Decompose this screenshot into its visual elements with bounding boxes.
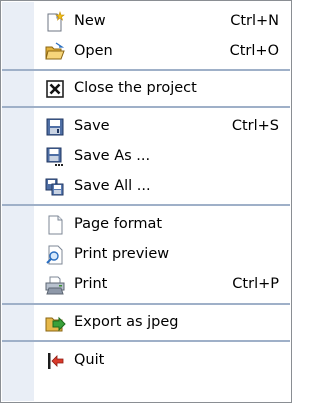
menu-item-label: Export as jpeg <box>74 314 179 330</box>
menu-item-quit[interactable]: Quit <box>2 345 290 375</box>
menu-item-close-project[interactable]: Close the project <box>2 73 290 103</box>
shortcut-label: Ctrl+N <box>230 13 279 29</box>
menu-item-print-preview[interactable]: Print preview <box>2 239 290 269</box>
menu-separator <box>2 204 290 206</box>
print-preview-icon <box>46 245 63 265</box>
shortcut-label: Ctrl+O <box>229 43 279 59</box>
shortcut-label: Ctrl+P <box>232 276 279 292</box>
menu-item-label: Print preview <box>74 246 170 262</box>
printer-icon <box>45 276 65 295</box>
shortcut-label: Ctrl+S <box>231 118 279 134</box>
menu-item-save-all[interactable]: Save All ... <box>2 171 290 201</box>
menu-item-label: Save <box>74 118 110 134</box>
menu-item-new[interactable]: New Ctrl+N <box>2 6 290 36</box>
save-all-icon <box>45 178 64 196</box>
menu-item-label: Open <box>74 43 113 59</box>
menu-separator <box>2 106 290 108</box>
close-project-icon <box>46 80 64 98</box>
menu-item-save[interactable]: Save Ctrl+S <box>2 111 290 141</box>
open-folder-icon <box>45 42 65 60</box>
save-as-icon <box>46 147 63 166</box>
menu-item-label: Close the project <box>74 80 197 96</box>
new-document-icon <box>47 11 65 32</box>
menu-separator <box>2 69 290 71</box>
menu-item-label: Save As ... <box>74 148 151 164</box>
menu-separator <box>2 340 290 342</box>
menu-item-label: Quit <box>74 352 105 368</box>
menu-item-page-format[interactable]: Page format <box>2 209 290 239</box>
menu-item-print[interactable]: Print Ctrl+P <box>2 269 290 299</box>
menu-item-label: Save All ... <box>74 178 151 194</box>
menu-item-label: New <box>74 13 106 29</box>
menu-item-save-as[interactable]: Save As ... <box>2 141 290 171</box>
menu-item-open[interactable]: Open Ctrl+O <box>2 36 290 66</box>
menu-item-export-jpeg[interactable]: Export as jpeg <box>2 307 290 337</box>
menu-separator <box>2 303 290 305</box>
export-jpeg-icon <box>45 316 66 332</box>
page-format-icon <box>48 215 63 235</box>
menu-item-label: Print <box>74 276 108 292</box>
quit-icon <box>48 353 64 369</box>
file-menu: New Ctrl+N Open Ctrl+O Close the project… <box>0 0 292 403</box>
menu-item-label: Page format <box>74 216 163 232</box>
save-icon <box>46 118 64 136</box>
